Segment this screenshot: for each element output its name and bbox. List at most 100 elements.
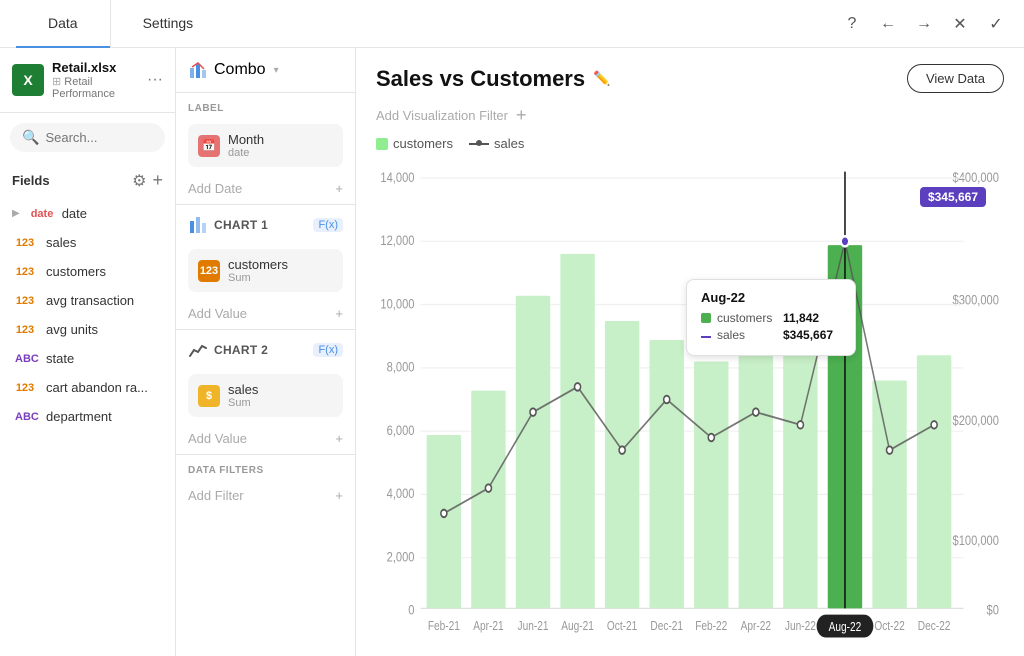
chart2-line-icon (188, 340, 208, 360)
month-chip-name: Month (228, 132, 264, 147)
chart1-section: CHART 1 F(x) 123 customers Sum Add Value… (176, 204, 355, 329)
customers-chip-sub: Sum (228, 272, 288, 284)
add-value-label-2: Add Value (188, 431, 247, 446)
check-icon[interactable]: ✓ (984, 12, 1008, 36)
add-filter-label: Add Filter (188, 488, 244, 503)
svg-text:Aug-21: Aug-21 (561, 620, 594, 633)
filter-add-button[interactable]: + (516, 105, 527, 126)
svg-text:4,000: 4,000 (387, 486, 415, 501)
legend-customers-label: customers (393, 136, 453, 151)
customers-chip-icon: 123 (198, 260, 220, 282)
svg-text:Dec-22: Dec-22 (918, 620, 951, 633)
svg-text:$0: $0 (987, 603, 999, 618)
svg-text:8,000: 8,000 (387, 360, 415, 375)
field-label-date: date (62, 206, 87, 221)
sales-chip-icon: $ (198, 385, 220, 407)
field-item-state[interactable]: ABC state (0, 344, 175, 373)
field-label-avg-transaction: avg transaction (46, 293, 134, 308)
field-type-abc-2: ABC (12, 410, 38, 424)
filter-bar: Add Visualization Filter + (376, 105, 1004, 126)
fields-brain-icon[interactable]: ⚙ (132, 171, 146, 191)
field-label-cart-abandon: cart abandon ra... (46, 380, 148, 395)
field-item-avg-units[interactable]: 123 avg units (0, 315, 175, 344)
month-chip-icon: 📅 (198, 135, 220, 157)
filter-placeholder: Add Visualization Filter (376, 108, 508, 123)
svg-text:2,000: 2,000 (387, 549, 415, 564)
field-item-sales[interactable]: 123 sales (0, 228, 175, 257)
chart2-fx-button[interactable]: F(x) (313, 343, 343, 357)
legend-customers-color (376, 138, 388, 150)
legend-customers: customers (376, 136, 453, 151)
data-filters-header: DATA FILTERS (176, 455, 355, 480)
add-filter-button[interactable]: Add Filter + (176, 480, 355, 511)
add-value-icon-1: + (335, 306, 343, 321)
middle-panel: Combo ▾ LABEL 📅 Month date Add Date + (176, 48, 356, 656)
customers-chip[interactable]: 123 customers Sum (188, 249, 343, 292)
month-chip-info: Month date (228, 132, 264, 159)
back-icon[interactable]: ← (876, 12, 900, 36)
svg-text:Feb-21: Feb-21 (428, 620, 460, 633)
fields-header: Fields ⚙ + (0, 162, 175, 199)
field-item-date[interactable]: ▶ date date (0, 199, 175, 228)
field-label-state: state (46, 351, 74, 366)
field-label-avg-units: avg units (46, 322, 98, 337)
customers-chip-name: customers (228, 257, 288, 272)
top-bar-actions: ? ← → ✕ ✓ (840, 12, 1008, 36)
sales-chip-name: sales (228, 382, 258, 397)
tab-data[interactable]: Data (16, 0, 110, 48)
month-chip-sub: date (228, 147, 264, 159)
field-item-customers[interactable]: 123 customers (0, 257, 175, 286)
chart1-bar-icon (188, 215, 208, 235)
svg-text:Apr-21: Apr-21 (473, 620, 503, 633)
forward-icon[interactable]: → (912, 12, 936, 36)
sales-chip[interactable]: $ sales Sum (188, 374, 343, 417)
customers-chip-info: customers Sum (228, 257, 288, 284)
help-icon[interactable]: ? (840, 12, 864, 36)
field-type-123-3: 123 (12, 294, 38, 308)
search-input[interactable] (45, 130, 153, 145)
add-value-label-1: Add Value (188, 306, 247, 321)
field-label-customers: customers (46, 264, 106, 279)
field-item-cart-abandon[interactable]: 123 cart abandon ra... (0, 373, 175, 402)
svg-text:Oct-22: Oct-22 (874, 620, 904, 633)
data-filters-section: DATA FILTERS Add Filter + (176, 454, 355, 511)
price-tag: $345,667 (920, 187, 986, 207)
legend-sales-color (469, 143, 489, 145)
svg-text:$300,000: $300,000 (953, 292, 999, 307)
chart1-add-value-button[interactable]: Add Value + (176, 298, 355, 329)
svg-text:$100,000: $100,000 (953, 533, 999, 548)
field-type-123-5: 123 (12, 381, 38, 395)
legend-sales: sales (469, 136, 524, 151)
svg-text:14,000: 14,000 (380, 170, 414, 185)
view-data-button[interactable]: View Data (907, 64, 1004, 93)
chart1-header: CHART 1 F(x) (176, 205, 355, 245)
file-header: X Retail.xlsx ⊞ Retail Performance ··· (0, 48, 175, 113)
combo-label: Combo (214, 61, 266, 79)
month-chip[interactable]: 📅 Month date (188, 124, 343, 167)
combo-header[interactable]: Combo ▾ (176, 48, 355, 93)
close-icon[interactable]: ✕ (948, 12, 972, 36)
field-item-avg-transaction[interactable]: 123 avg transaction (0, 286, 175, 315)
field-type-123: 123 (12, 236, 38, 250)
file-more-button[interactable]: ··· (147, 71, 163, 89)
field-type-date: date (28, 207, 54, 221)
tab-settings[interactable]: Settings (111, 0, 226, 48)
add-value-icon-2: + (335, 431, 343, 446)
fields-add-button[interactable]: + (152, 170, 163, 191)
add-date-button[interactable]: Add Date + (176, 173, 355, 204)
svg-text:$200,000: $200,000 (953, 413, 999, 428)
add-date-icon: + (335, 181, 343, 196)
chart1-fx-button[interactable]: F(x) (313, 218, 343, 232)
chart2-section: CHART 2 F(x) $ sales Sum Add Value + (176, 329, 355, 454)
search-box[interactable]: 🔍 (10, 123, 165, 152)
search-icon: 🔍 (22, 129, 39, 146)
chart1-title: CHART 1 (214, 218, 307, 232)
svg-text:Feb-22: Feb-22 (695, 620, 727, 633)
field-item-department[interactable]: ABC department (0, 402, 175, 431)
edit-title-icon[interactable]: ✏️ (593, 70, 610, 87)
svg-text:Aug-22: Aug-22 (829, 621, 862, 634)
chart2-add-value-button[interactable]: Add Value + (176, 423, 355, 454)
main-layout: X Retail.xlsx ⊞ Retail Performance ··· 🔍… (0, 48, 1024, 656)
svg-text:Oct-21: Oct-21 (607, 620, 637, 633)
file-info: Retail.xlsx ⊞ Retail Performance (52, 60, 139, 100)
